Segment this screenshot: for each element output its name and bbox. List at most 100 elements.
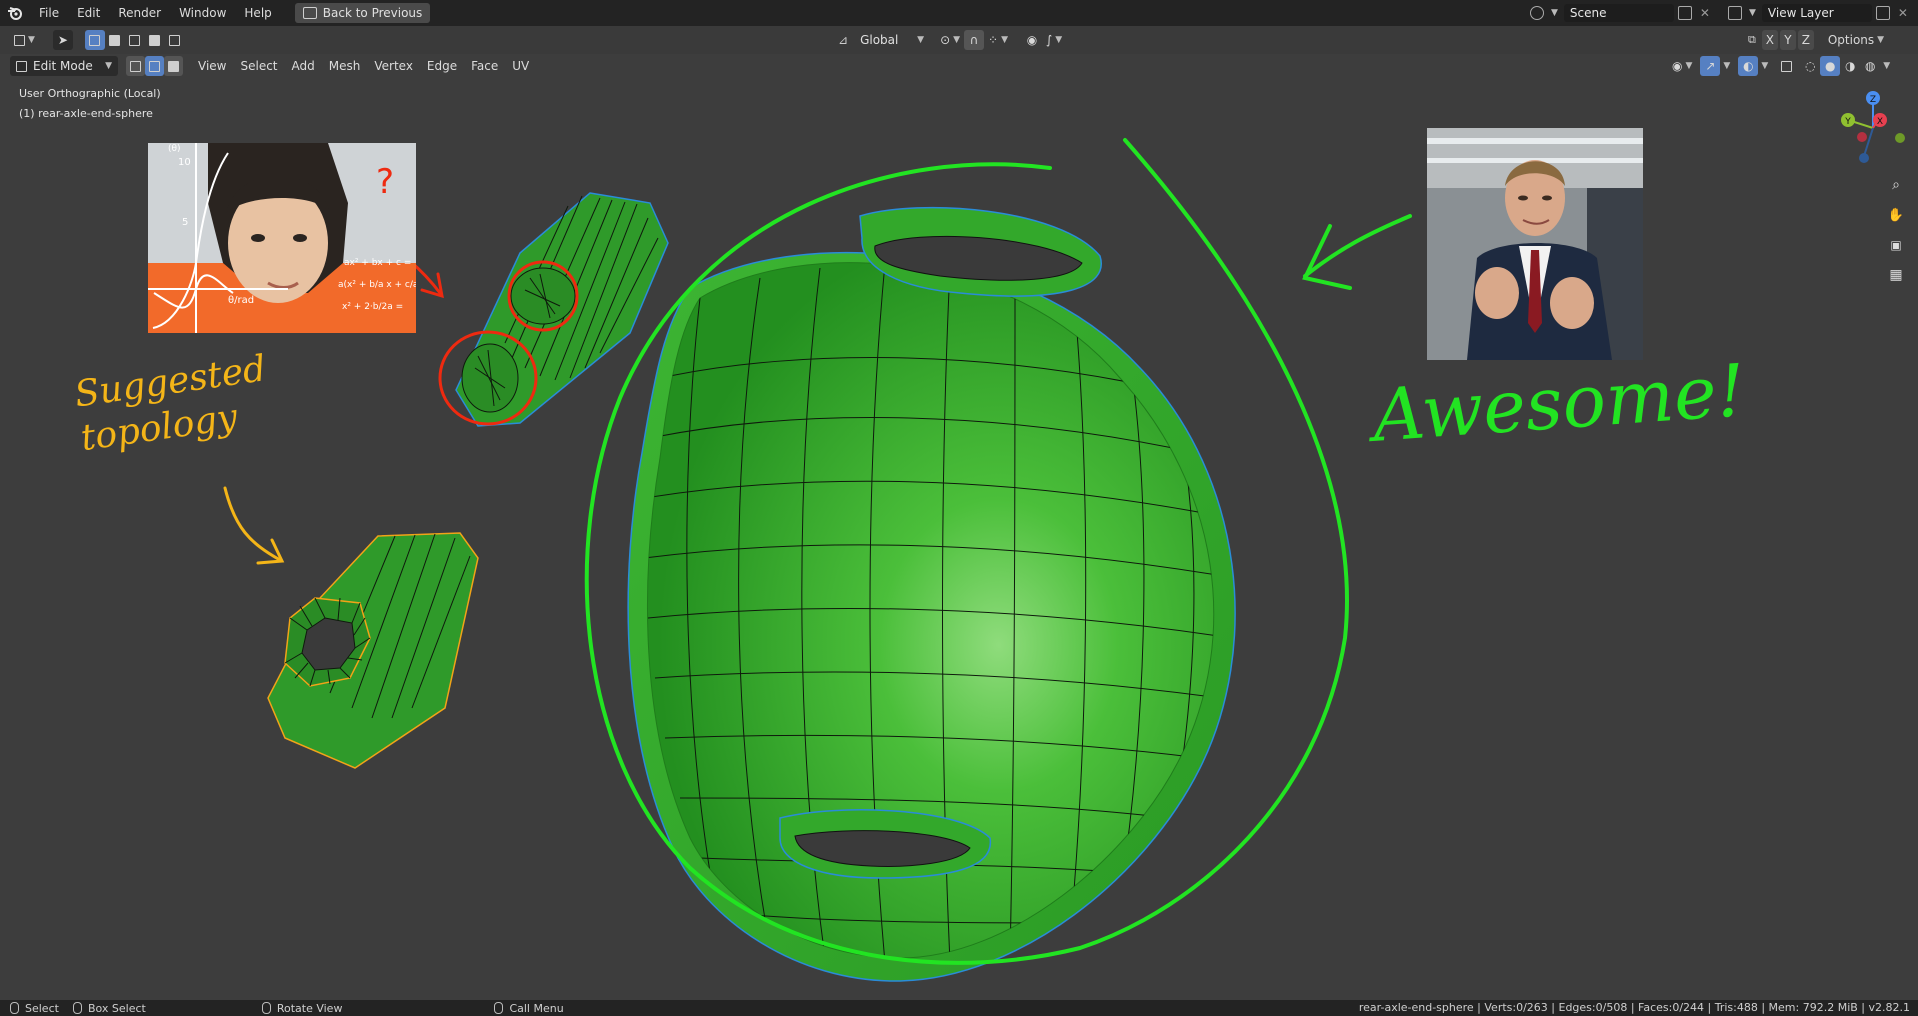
view-layer-field[interactable]: View Layer — [1761, 4, 1872, 22]
pivot-point-button[interactable]: ⊙ ▼ — [936, 30, 964, 50]
select-tool-button[interactable]: ➤ — [52, 30, 73, 50]
view-layer-icon[interactable] — [1728, 6, 1742, 20]
overlays-icon: ◐ — [1743, 59, 1754, 73]
view-layer-selector: ▼ View Layer ✕ — [1724, 4, 1912, 22]
close-icon[interactable]: ✕ — [1898, 6, 1908, 20]
set-new-selection-button[interactable] — [84, 30, 105, 50]
close-icon[interactable]: ✕ — [1700, 6, 1710, 20]
wireframe-shading-button[interactable]: ◌ — [1800, 56, 1820, 76]
vertex-select-icon — [130, 60, 141, 72]
camera-view-button[interactable]: ▣ — [1885, 234, 1907, 256]
invert-selection-button[interactable] — [145, 30, 165, 50]
intersect-selection-icon — [169, 34, 181, 46]
pan-button[interactable]: ✋ — [1885, 204, 1907, 226]
grid-icon: ▦ — [1889, 267, 1903, 283]
rendered-shading-button[interactable]: ◍ — [1860, 56, 1880, 76]
menu-select[interactable]: Select — [233, 59, 284, 73]
new-view-layer-icon[interactable] — [1875, 6, 1890, 20]
3d-viewport[interactable]: Z Y X User Orthographic (Local) (1) rear… — [0, 78, 1918, 1000]
menu-vertex[interactable]: Vertex — [367, 59, 420, 73]
chevron-down-icon[interactable]: ▼ — [1749, 8, 1756, 18]
chevron-down-icon[interactable]: ▼ — [1723, 61, 1730, 71]
mirror-x-label: X — [1765, 33, 1774, 47]
mirror-z-button[interactable]: Z — [1797, 30, 1814, 50]
new-selection-icon — [89, 34, 101, 46]
snap-toggle-button[interactable]: ∩ — [964, 30, 985, 50]
snap-element-button[interactable]: ⁘ ▼ — [984, 30, 1012, 50]
gizmo-toggle-button[interactable]: ↗ — [1700, 56, 1721, 76]
confused-meme-illustration: 10 5 (θ) θ/rad ax² + bx + c = a(x² + b/a… — [148, 143, 416, 333]
hand-icon: ✋ — [1887, 207, 1905, 223]
menu-uv[interactable]: UV — [505, 59, 536, 73]
menu-render[interactable]: Render — [109, 0, 170, 26]
proportional-editing-button[interactable]: ◉ — [1022, 30, 1042, 50]
scene-icon[interactable] — [1530, 6, 1544, 20]
face-select-button[interactable] — [164, 56, 183, 76]
chevron-down-icon[interactable]: ▼ — [1883, 61, 1890, 71]
menu-edge[interactable]: Edge — [420, 59, 464, 73]
gizmo-neg-y-axis[interactable] — [1895, 133, 1905, 143]
edit-mode-icon — [16, 60, 27, 72]
viewport-header: Edit Mode ▼ View Select Add Mesh Vertex … — [0, 54, 1918, 78]
math-equation-3: x² + 2·b/2a = — [342, 302, 403, 312]
menu-mesh[interactable]: Mesh — [322, 59, 368, 73]
gizmo-neg-z-axis[interactable] — [1859, 153, 1869, 163]
chevron-down-icon[interactable]: ▼ — [1551, 8, 1558, 18]
select-mode-group — [126, 56, 183, 76]
menu-file[interactable]: File — [30, 0, 68, 26]
screen-icon — [302, 7, 317, 19]
mirror-x-button[interactable]: X — [1761, 30, 1778, 50]
perspective-toggle-button[interactable]: ▦ — [1885, 264, 1907, 286]
viewport-shading-group: ◉ ▼ ↗ ▼ ◐ ▼ ◌ ● ◑ ◍ ▼ — [1668, 56, 1890, 76]
view-layer-value: View Layer — [1767, 6, 1834, 20]
vertex-select-button[interactable] — [126, 56, 145, 76]
menu-window[interactable]: Window — [170, 0, 235, 26]
gizmo-neg-x-axis[interactable] — [1857, 132, 1867, 142]
mirror-axis-group: ⧉ X Y Z Options ▼ — [1748, 30, 1888, 50]
subtract-selection-icon — [129, 34, 141, 46]
transform-orientation-select[interactable]: Global ▼ — [854, 30, 930, 50]
status-rotate-view-label: Rotate View — [276, 1001, 343, 1015]
scene-field[interactable]: Scene — [1563, 4, 1674, 22]
edge-select-icon — [149, 60, 160, 72]
mode-select[interactable]: Edit Mode ▼ — [10, 56, 118, 76]
wireframe-sphere-icon: ◌ — [1805, 59, 1816, 73]
options-dropdown[interactable]: Options ▼ — [1824, 30, 1888, 50]
cylinder-mesh-suggested[interactable] — [267, 532, 479, 769]
menu-add[interactable]: Add — [285, 59, 322, 73]
transform-orientation-value: Global — [860, 33, 899, 47]
subtract-selection-button[interactable] — [125, 30, 145, 50]
extend-selection-button[interactable] — [105, 30, 125, 50]
back-to-previous-button[interactable]: Back to Previous — [294, 3, 431, 23]
editor-type-button[interactable]: ▼ — [10, 30, 39, 50]
mouse-left-icon — [10, 1002, 19, 1014]
edge-select-button[interactable] — [145, 56, 164, 76]
menu-edit[interactable]: Edit — [68, 0, 109, 26]
pivot-point-icon: ⊙ — [940, 33, 951, 47]
new-scene-icon[interactable] — [1677, 6, 1692, 20]
visibility-button[interactable]: ◉ ▼ — [1668, 56, 1696, 76]
proportional-falloff-button[interactable]: ∫ ▼ — [1042, 30, 1066, 50]
overlays-toggle-button[interactable]: ◐ — [1738, 56, 1759, 76]
intersect-selection-button[interactable] — [165, 30, 185, 50]
status-bar: Select Box Select Rotate View Call Menu … — [0, 1000, 1918, 1016]
mirror-y-button[interactable]: Y — [1779, 30, 1796, 50]
menu-view[interactable]: View — [191, 59, 233, 73]
math-equation-2: a(x² + b/a x + c/a) = — [338, 280, 416, 290]
material-sphere-icon: ◑ — [1845, 59, 1856, 73]
menu-help[interactable]: Help — [235, 0, 280, 26]
active-object-label: (1) rear-axle-end-sphere — [19, 107, 153, 120]
eye-icon: ◉ — [1672, 59, 1683, 73]
graph-x-label: θ/rad — [228, 295, 254, 306]
zoom-button[interactable]: ⌕ — [1885, 174, 1907, 196]
sphere-mesh[interactable] — [627, 206, 1236, 982]
navigation-gizmo[interactable]: Z Y X — [1841, 91, 1905, 163]
chevron-down-icon[interactable]: ▼ — [1761, 61, 1768, 71]
xray-toggle-button[interactable] — [1776, 56, 1796, 76]
solid-shading-button[interactable]: ● — [1820, 56, 1841, 76]
blender-logo-icon[interactable] — [0, 0, 30, 26]
gizmo-icon: ↗ — [1705, 59, 1716, 73]
material-shading-button[interactable]: ◑ — [1840, 56, 1860, 76]
cylinder-mesh-bad[interactable] — [455, 192, 669, 427]
menu-face[interactable]: Face — [464, 59, 505, 73]
